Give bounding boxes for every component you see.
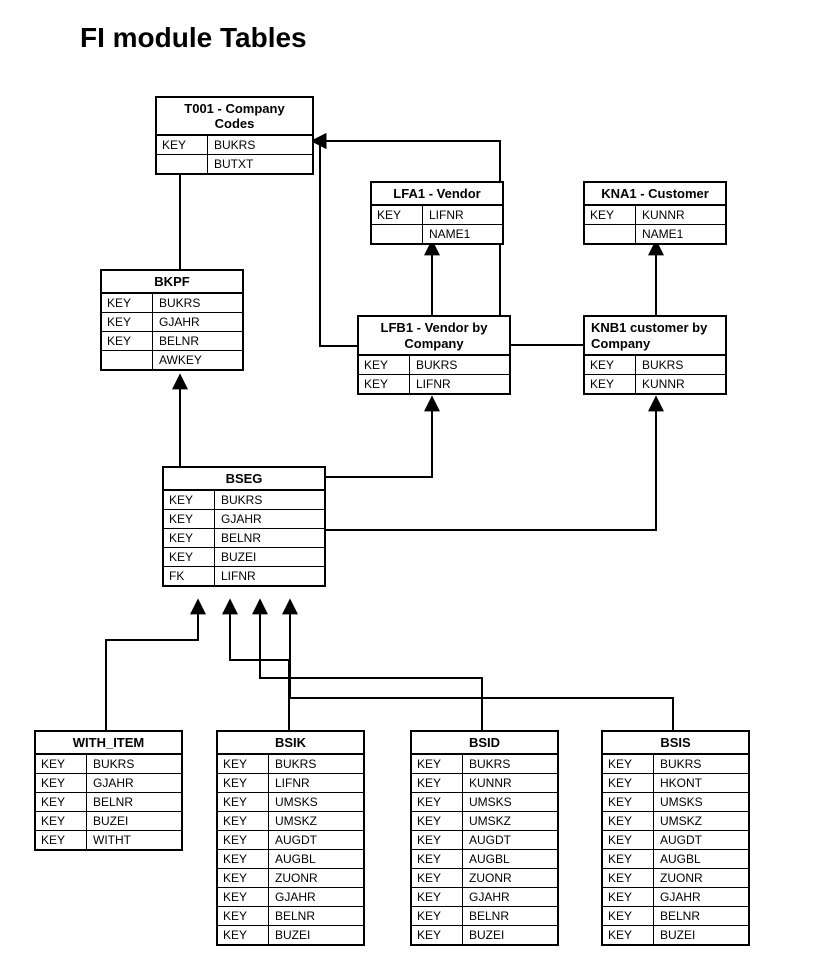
table-row: KEYBELNR — [102, 332, 242, 351]
table-row: KEYAUGBL — [603, 850, 748, 869]
table-row: KEYLIFNR — [218, 774, 363, 793]
table-row: KEYBUZEI — [603, 926, 748, 944]
table-row: KEYAUGBL — [412, 850, 557, 869]
table-row: KEYBUZEI — [36, 812, 181, 831]
table-row: KEYBUKRS — [164, 491, 324, 510]
table-row: KEYBUKRS — [585, 356, 725, 375]
table-t001: T001 - Company Codes KEYBUKRS BUTXT — [155, 96, 314, 175]
table-row: KEYBELNR — [164, 529, 324, 548]
table-row: KEYBUZEI — [164, 548, 324, 567]
table-row: KEYLIFNR — [372, 206, 502, 225]
page-title: FI module Tables — [80, 22, 307, 54]
table-row: KEYZUONR — [603, 869, 748, 888]
table-row: KEYBUKRS — [218, 755, 363, 774]
table-bseg: BSEG KEYBUKRS KEYGJAHR KEYBELNR KEYBUZEI… — [162, 466, 326, 587]
table-row: KEYUMSKZ — [603, 812, 748, 831]
table-row: KEYBUKRS — [603, 755, 748, 774]
table-lfa1: LFA1 - Vendor KEYLIFNR NAME1 — [370, 181, 504, 245]
table-title: KNB1 customer by Company — [585, 317, 725, 356]
table-title: BSIS — [603, 732, 748, 755]
table-row: KEYUMSKZ — [412, 812, 557, 831]
table-kna1: KNA1 - Customer KEYKUNNR NAME1 — [583, 181, 727, 245]
table-row: KEYGJAHR — [603, 888, 748, 907]
table-row: KEYBELNR — [412, 907, 557, 926]
table-bsik: BSIK KEYBUKRS KEYLIFNR KEYUMSKS KEYUMSKZ… — [216, 730, 365, 946]
table-row: KEYKUNNR — [585, 375, 725, 393]
table-row: NAME1 — [372, 225, 502, 243]
table-row: KEYBUKRS — [102, 294, 242, 313]
table-title: LFB1 - Vendor by Company — [359, 317, 509, 356]
table-row: FKLIFNR — [164, 567, 324, 585]
table-row: KEYHKONT — [603, 774, 748, 793]
table-row: BUTXT — [157, 155, 312, 173]
table-row: KEYBUKRS — [36, 755, 181, 774]
table-title: T001 - Company Codes — [157, 98, 312, 136]
table-row: KEYKUNNR — [585, 206, 725, 225]
table-row: KEYAUGDT — [603, 831, 748, 850]
table-row: KEYUMSKS — [412, 793, 557, 812]
table-title: KNA1 - Customer — [585, 183, 725, 206]
table-row: KEYAUGBL — [218, 850, 363, 869]
table-row: NAME1 — [585, 225, 725, 243]
table-row: KEYLIFNR — [359, 375, 509, 393]
table-bsid: BSID KEYBUKRS KEYKUNNR KEYUMSKS KEYUMSKZ… — [410, 730, 559, 946]
table-row: AWKEY — [102, 351, 242, 369]
table-bsis: BSIS KEYBUKRS KEYHKONT KEYUMSKS KEYUMSKZ… — [601, 730, 750, 946]
table-row: KEYBELNR — [36, 793, 181, 812]
table-row: KEYUMSKS — [603, 793, 748, 812]
table-row: KEYAUGDT — [412, 831, 557, 850]
table-title: BSEG — [164, 468, 324, 491]
table-row: KEYBUKRS — [412, 755, 557, 774]
table-row: KEYBUZEI — [218, 926, 363, 944]
table-row: KEYGJAHR — [102, 313, 242, 332]
table-row: KEYUMSKZ — [218, 812, 363, 831]
table-title: BSID — [412, 732, 557, 755]
table-row: KEYAUGDT — [218, 831, 363, 850]
table-row: KEYZUONR — [218, 869, 363, 888]
table-bkpf: BKPF KEYBUKRS KEYGJAHR KEYBELNR AWKEY — [100, 269, 244, 371]
table-title: BSIK — [218, 732, 363, 755]
table-row: KEYBELNR — [603, 907, 748, 926]
table-lfb1: LFB1 - Vendor by Company KEYBUKRS KEYLIF… — [357, 315, 511, 395]
table-row: KEYGJAHR — [36, 774, 181, 793]
table-row: KEYGJAHR — [164, 510, 324, 529]
table-row: KEYBUKRS — [157, 136, 312, 155]
table-row: KEYBUKRS — [359, 356, 509, 375]
table-row: KEYZUONR — [412, 869, 557, 888]
table-row: KEYBUZEI — [412, 926, 557, 944]
table-row: KEYUMSKS — [218, 793, 363, 812]
table-row: KEYGJAHR — [218, 888, 363, 907]
table-title: WITH_ITEM — [36, 732, 181, 755]
table-row: KEYKUNNR — [412, 774, 557, 793]
table-row: KEYGJAHR — [412, 888, 557, 907]
table-with-item: WITH_ITEM KEYBUKRS KEYGJAHR KEYBELNR KEY… — [34, 730, 183, 851]
table-knb1: KNB1 customer by Company KEYBUKRS KEYKUN… — [583, 315, 727, 395]
table-title: LFA1 - Vendor — [372, 183, 502, 206]
table-row: KEYWITHT — [36, 831, 181, 849]
table-row: KEYBELNR — [218, 907, 363, 926]
table-title: BKPF — [102, 271, 242, 294]
